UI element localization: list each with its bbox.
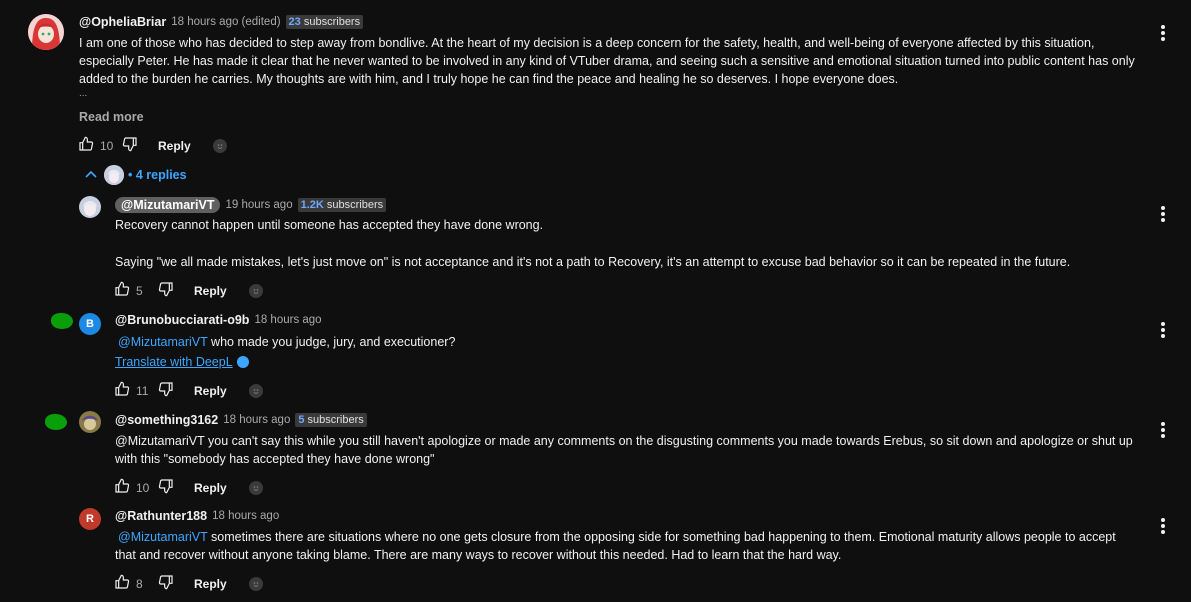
- kebab-menu-icon[interactable]: [1161, 25, 1165, 41]
- comment-text: @MizutamariVT sometimes there are situat…: [115, 530, 1116, 562]
- read-more-button[interactable]: Read more: [79, 110, 144, 124]
- mention-link[interactable]: @MizutamariVT: [118, 335, 208, 349]
- reply-button[interactable]: Reply: [194, 284, 227, 298]
- comment-text: I am one of those who has decided to ste…: [79, 36, 1135, 99]
- thumb-up-icon[interactable]: [114, 281, 130, 300]
- subscriber-badge: 23 subscribers: [285, 15, 364, 29]
- comment-author[interactable]: @Rathunter188: [115, 509, 207, 523]
- thumb-up-icon[interactable]: [78, 136, 94, 155]
- subscriber-badge: 1.2K subscribers: [297, 198, 387, 212]
- kebab-menu-icon[interactable]: [1161, 206, 1165, 222]
- kebab-menu-icon[interactable]: [1161, 518, 1165, 534]
- comment-timestamp[interactable]: 19 hours ago: [225, 199, 292, 211]
- comment-timestamp[interactable]: 18 hours ago (edited): [171, 16, 280, 28]
- replies-toggle[interactable]: • 4 replies: [84, 165, 187, 185]
- avatar[interactable]: [79, 196, 101, 218]
- avatar[interactable]: [28, 14, 64, 50]
- like-count: 8: [136, 576, 143, 591]
- kebab-menu-icon[interactable]: [1161, 322, 1165, 338]
- thumb-up-icon[interactable]: [114, 574, 130, 593]
- comment-timestamp[interactable]: 18 hours ago: [254, 314, 321, 326]
- subscriber-badge: 5 subscribers: [295, 413, 367, 427]
- reply-button[interactable]: Reply: [158, 139, 191, 153]
- translate-link[interactable]: Translate with DeepL: [115, 355, 233, 369]
- reply-button[interactable]: Reply: [194, 384, 227, 398]
- deepl-icon: [236, 356, 249, 368]
- thumb-down-icon[interactable]: [158, 281, 174, 300]
- thumb-up-icon[interactable]: [114, 381, 130, 400]
- mention-link[interactable]: @MizutamariVT: [118, 530, 208, 544]
- chevron-up-icon: [85, 170, 97, 178]
- thumb-down-icon[interactable]: [158, 574, 174, 593]
- comment-text: @MizutamariVT you can't say this while y…: [115, 434, 1133, 466]
- reply-button[interactable]: Reply: [194, 577, 227, 591]
- avatar[interactable]: B: [79, 313, 101, 335]
- smiley-icon[interactable]: [248, 576, 263, 591]
- avatar[interactable]: R: [79, 508, 101, 530]
- thumb-down-icon[interactable]: [158, 478, 174, 497]
- smiley-icon[interactable]: [248, 383, 263, 398]
- green-mark: [51, 313, 73, 329]
- smiley-icon[interactable]: [212, 138, 227, 153]
- smiley-icon[interactable]: [248, 283, 263, 298]
- comment-text: @MizutamariVT who made you judge, jury, …: [118, 335, 456, 349]
- reply-button[interactable]: Reply: [194, 481, 227, 495]
- like-count: 5: [136, 283, 143, 298]
- comment-author[interactable]: @OpheliaBriar: [79, 15, 166, 29]
- thumb-down-icon[interactable]: [122, 136, 138, 155]
- mention-text[interactable]: @MizutamariVT: [115, 434, 205, 448]
- thumb-down-icon[interactable]: [158, 381, 174, 400]
- like-count: 10: [100, 138, 114, 153]
- smiley-icon[interactable]: [248, 480, 263, 495]
- comment-text: Recovery cannot happen until someone has…: [115, 218, 1071, 269]
- comment-timestamp[interactable]: 18 hours ago: [212, 510, 279, 522]
- replies-count: • 4 replies: [128, 168, 187, 182]
- comment-author[interactable]: @MizutamariVT: [115, 197, 221, 213]
- thumb-up-icon[interactable]: [114, 478, 130, 497]
- comment-timestamp[interactable]: 18 hours ago: [223, 414, 290, 426]
- comment-author[interactable]: @something3162: [115, 413, 218, 427]
- replier-avatar: [104, 165, 124, 185]
- avatar[interactable]: [79, 411, 101, 433]
- green-mark: [45, 414, 67, 430]
- like-count: 11: [136, 383, 149, 398]
- kebab-menu-icon[interactable]: [1161, 422, 1165, 438]
- like-count: 10: [136, 480, 150, 495]
- comment-author[interactable]: @Brunobucciarati-o9b: [115, 313, 249, 327]
